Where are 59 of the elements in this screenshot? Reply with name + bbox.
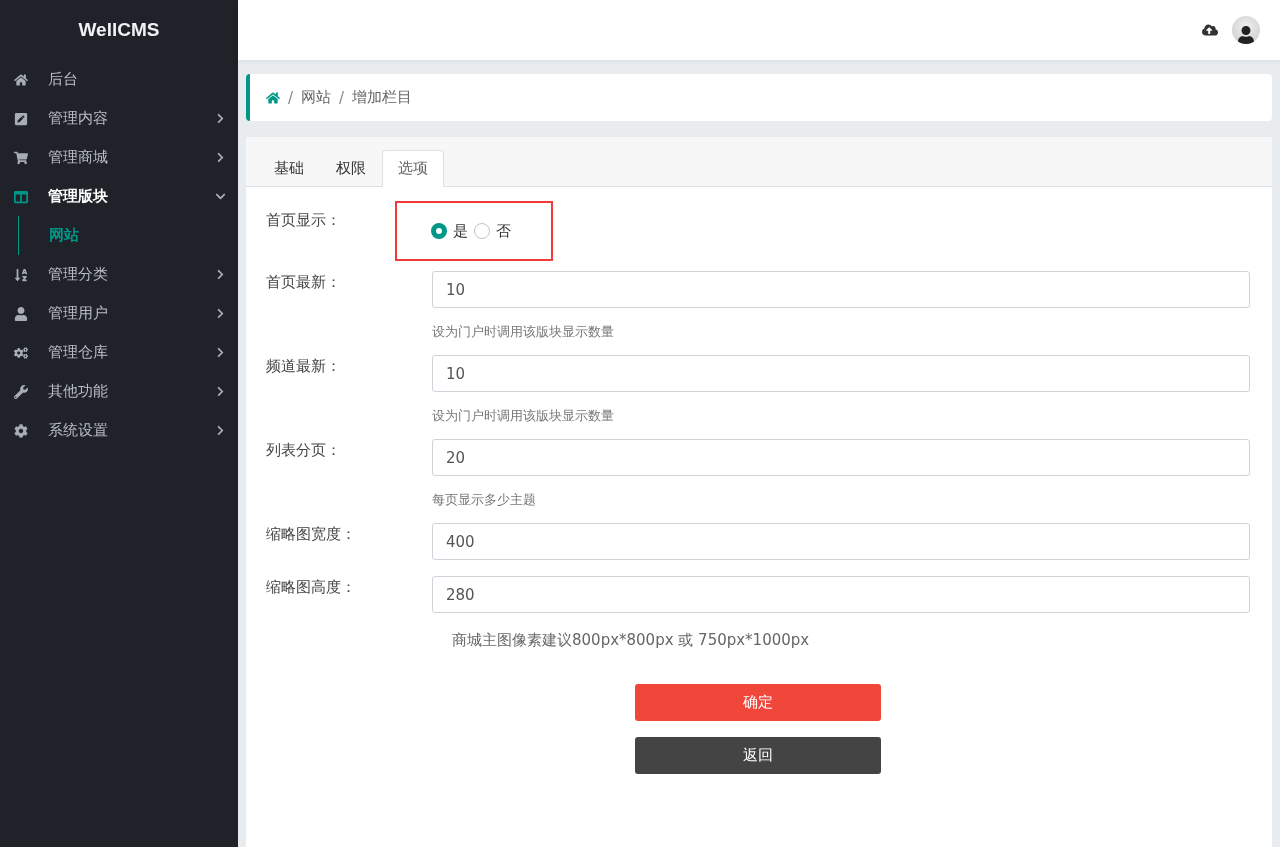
breadcrumb-separator: /: [339, 88, 345, 107]
menu-item-icon: [14, 267, 28, 282]
sidebar-item[interactable]: 管理分类: [0, 255, 238, 294]
sidebar-item[interactable]: 其他功能: [0, 372, 238, 411]
input-field[interactable]: 10: [432, 271, 1250, 308]
user-avatar[interactable]: [1232, 16, 1260, 44]
field-label: 频道最新：: [266, 356, 342, 377]
menu-item-icon: [14, 111, 28, 126]
sidebar-item[interactable]: 管理内容: [0, 99, 238, 138]
field-label: 缩略图高度：: [266, 577, 357, 598]
menu-item-icon: [14, 384, 28, 399]
breadcrumb-separator: /: [288, 88, 294, 107]
sidebar-item[interactable]: 管理用户: [0, 294, 238, 333]
sidebar-item[interactable]: 后台: [0, 60, 238, 99]
radio-button[interactable]: [474, 223, 490, 239]
menu-item-icon: [14, 306, 28, 321]
brand-logo: WellCMS: [77, 18, 161, 42]
cloud-upload-icon[interactable]: [1202, 22, 1218, 38]
field-label: 首页显示：: [266, 211, 342, 231]
back-button[interactable]: 返回: [635, 737, 881, 774]
chevron-right-icon: [215, 152, 226, 163]
sidebar-item[interactable]: 管理商城: [0, 138, 238, 177]
home-icon[interactable]: [266, 90, 280, 105]
radio-label: 是: [453, 221, 468, 241]
tab[interactable]: 选项: [382, 150, 444, 187]
tab[interactable]: 基础: [258, 150, 320, 187]
radio-label: 否: [496, 221, 511, 241]
field-label: 首页最新：: [266, 272, 342, 293]
chevron-right-icon: [215, 113, 226, 124]
radio-button[interactable]: [431, 223, 447, 239]
sidebar-subitem[interactable]: 网站: [49, 226, 79, 245]
sidebar-item[interactable]: 管理仓库: [0, 333, 238, 372]
tab[interactable]: 权限: [320, 150, 382, 187]
menu-item-icon: [14, 150, 28, 165]
input-field[interactable]: 20: [432, 439, 1250, 476]
breadcrumb-item: 增加栏目: [352, 88, 413, 107]
chevron-down-icon: [215, 191, 226, 202]
field-label: 缩略图宽度：: [266, 524, 357, 545]
help-text: 设为门户时调用该版块显示数量: [432, 408, 615, 425]
chevron-right-icon: [215, 269, 226, 280]
chevron-right-icon: [215, 425, 226, 436]
menu-item-icon: [14, 189, 28, 204]
input-field[interactable]: 280: [432, 576, 1250, 613]
input-field[interactable]: 10: [432, 355, 1250, 392]
field-label: 列表分页：: [266, 440, 342, 461]
menu-item-icon: [14, 423, 28, 438]
chevron-right-icon: [215, 347, 226, 358]
menu-item-icon: [14, 72, 28, 87]
breadcrumb-item[interactable]: 网站: [301, 88, 332, 107]
input-field[interactable]: 400: [432, 523, 1250, 560]
help-text: 每页显示多少主题: [432, 492, 537, 509]
note-text: 商城主图像素建议800px*800px 或 750px*1000px: [452, 631, 811, 650]
chevron-right-icon: [215, 308, 226, 319]
sidebar-item[interactable]: 管理版块: [0, 177, 238, 216]
confirm-button[interactable]: 确定: [635, 684, 881, 721]
menu-item-icon: [14, 345, 28, 360]
sidebar-item[interactable]: 系统设置: [0, 411, 238, 450]
chevron-right-icon: [215, 386, 226, 397]
help-text: 设为门户时调用该版块显示数量: [432, 324, 615, 341]
